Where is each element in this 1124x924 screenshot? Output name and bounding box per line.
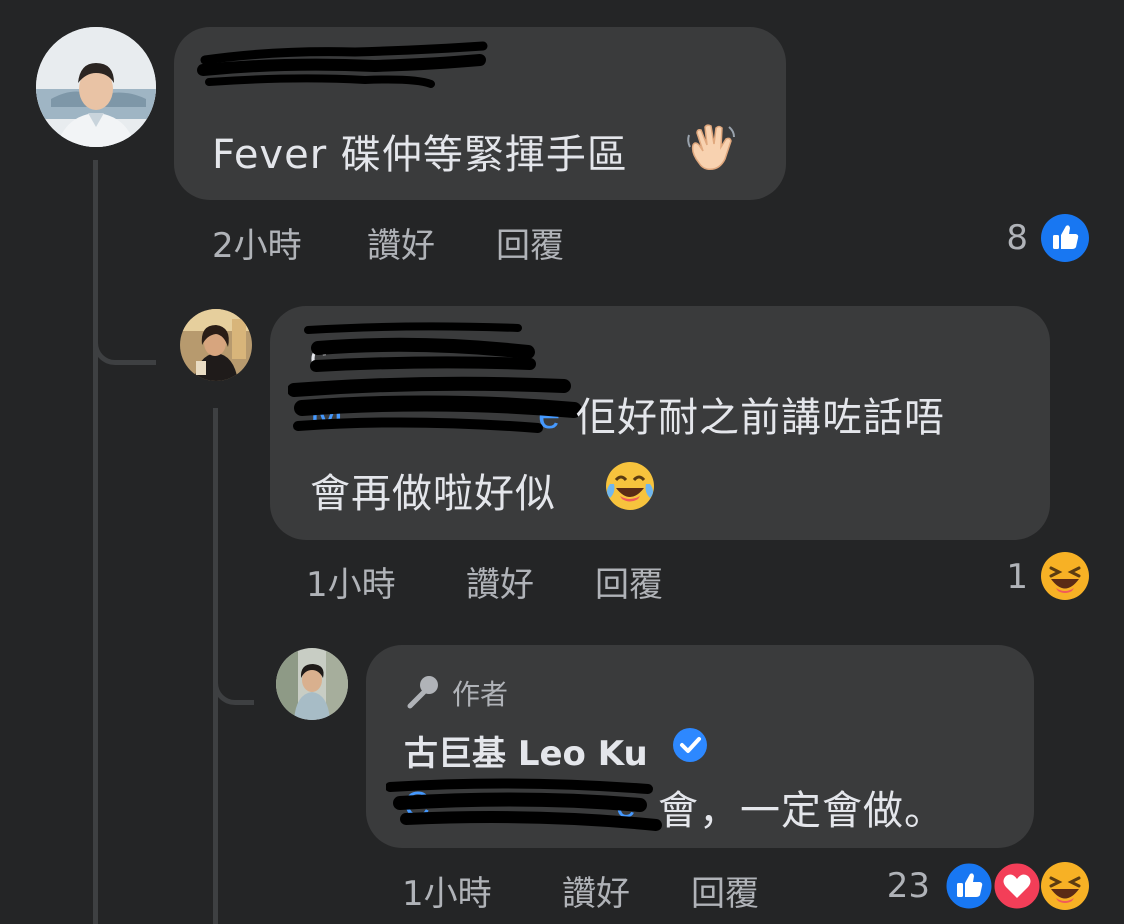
comment-time[interactable]: 2小時 <box>212 218 302 267</box>
tears-of-joy-emoji-icon <box>602 458 658 514</box>
redacted-name: c M e <box>288 322 582 437</box>
redacted-name <box>197 41 488 88</box>
like-button[interactable]: 讚好 <box>466 557 534 606</box>
verified-badge-icon <box>672 727 708 763</box>
reaction-count[interactable]: 23 <box>862 866 930 906</box>
comment-text-line-1: 佢好耐之前講咗話唔 <box>576 395 945 441</box>
like-reaction-icon[interactable] <box>943 860 995 912</box>
haha-reaction-icon[interactable] <box>1041 862 1089 910</box>
love-reaction-icon[interactable] <box>991 860 1043 912</box>
author-badge: 作者 <box>452 678 509 711</box>
reaction-count[interactable]: 1 <box>980 557 1028 597</box>
avatar-photo-icon <box>180 309 252 381</box>
haha-reaction-icon[interactable] <box>1041 552 1089 600</box>
like-reaction-icon[interactable] <box>1041 214 1089 262</box>
like-button[interactable]: 讚好 <box>367 218 435 267</box>
reply-button[interactable]: 回覆 <box>595 557 663 606</box>
reply-button[interactable]: 回覆 <box>496 218 564 267</box>
like-button[interactable]: 讚好 <box>562 866 630 915</box>
avatar[interactable] <box>180 309 252 381</box>
reaction-count[interactable]: 8 <box>960 218 1028 258</box>
thread-connector <box>93 300 156 365</box>
comment-time[interactable]: 1小時 <box>306 557 396 606</box>
comment-text: 會，一定會做。 <box>658 788 945 834</box>
avatar-photo-icon <box>276 648 348 720</box>
comment-text-line-2: 會再做啦好似 <box>310 471 556 517</box>
avatar[interactable] <box>36 27 156 147</box>
avatar-photo-icon <box>36 27 156 147</box>
reply-button[interactable]: 回覆 <box>691 866 759 915</box>
microphone-icon <box>404 672 442 710</box>
comment-time[interactable]: 1小時 <box>402 866 492 915</box>
thread-connector <box>213 640 254 705</box>
thread-line-main <box>93 160 98 924</box>
redacted-mention: C e <box>386 778 662 831</box>
avatar[interactable] <box>276 648 348 720</box>
comment-text: Fever 碟仲等緊揮手區 <box>212 132 628 178</box>
waving-hand-icon <box>683 119 739 175</box>
author-name[interactable]: 古巨基 Leo Ku <box>404 726 648 775</box>
